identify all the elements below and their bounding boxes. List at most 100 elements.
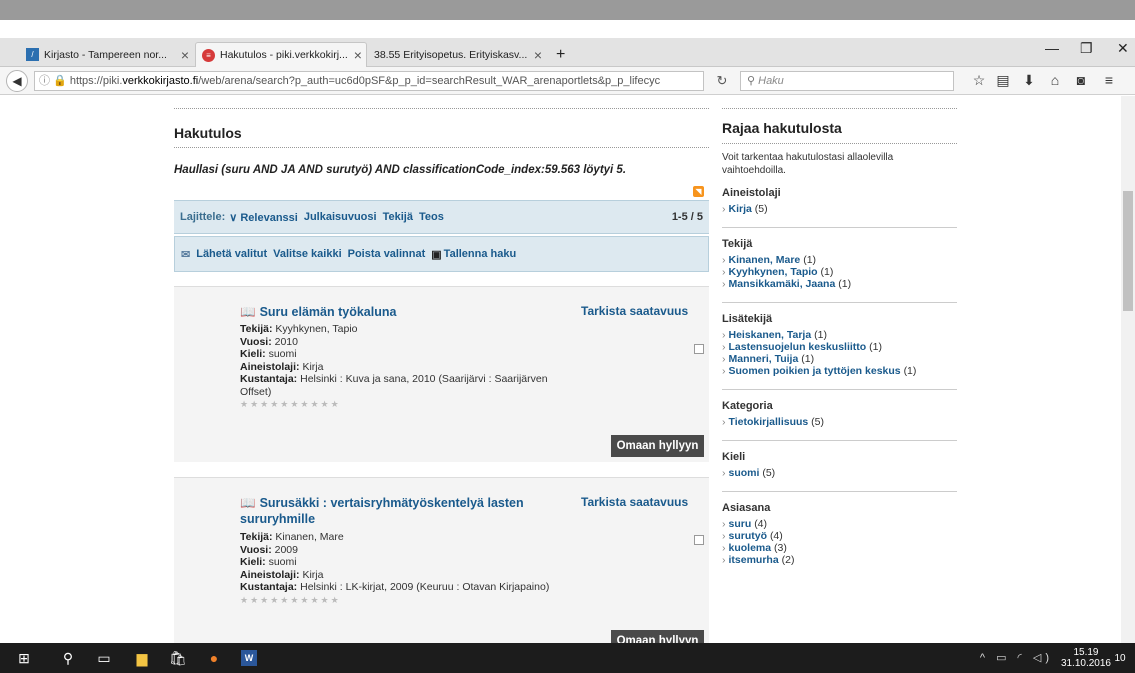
filter-item[interactable]: › suru (4) <box>722 518 957 530</box>
filter-count: (4) <box>769 530 783 542</box>
search-icon[interactable]: ⚲ <box>60 650 76 666</box>
menu-icon[interactable]: ≡ <box>1100 72 1118 88</box>
filter-item[interactable]: › Kirja (5) <box>722 203 957 215</box>
author-value: Kyyhkynen, Tapio <box>275 323 358 335</box>
pocket-icon[interactable]: ◙ <box>1072 72 1090 88</box>
filter-link[interactable]: suru <box>729 518 752 530</box>
filter-link[interactable]: Lastensuojelun keskusliitto <box>729 341 867 353</box>
url-bar[interactable]: ⓘ 🔒 https://piki.verkkokirjasto.fi/web/a… <box>34 71 704 91</box>
filter-link[interactable]: suomi <box>729 467 760 479</box>
filter-link[interactable]: surutyö <box>729 530 768 542</box>
add-to-shelf-button[interactable]: Omaan hyllyyn <box>611 630 704 643</box>
result-title[interactable]: 📖 Suru elämän työkaluna <box>240 304 550 320</box>
filter-link[interactable]: Suomen poikien ja tyttöjen keskus <box>729 365 901 377</box>
rating-stars[interactable]: ★★★★★★★★★★ <box>240 594 580 607</box>
select-checkbox[interactable] <box>694 344 704 354</box>
close-icon[interactable]: × <box>528 47 542 63</box>
select-all-link[interactable]: Valitse kaikki <box>273 248 342 260</box>
store-icon[interactable]: 🛍 <box>169 650 187 666</box>
clear-selection-link[interactable]: Poista valinnat <box>348 248 426 260</box>
author-value: Kinanen, Mare <box>275 531 344 543</box>
clock[interactable]: 15.19 31.10.2016 <box>1061 647 1111 669</box>
task-view-icon[interactable]: ▭ <box>96 650 112 666</box>
bookmark-star-icon[interactable]: ☆ <box>970 72 988 89</box>
check-availability-link[interactable]: Tarkista saatavuus <box>581 304 688 318</box>
filter-item[interactable]: › Heiskanen, Tarja (1) <box>722 329 957 341</box>
result-title[interactable]: 📖 Surusäkki : vertaisryhmätyöskentelyä la… <box>240 495 550 527</box>
filter-item[interactable]: › kuolema (3) <box>722 542 957 554</box>
year-label: Vuosi: <box>240 335 272 348</box>
reload-icon[interactable]: ↻ <box>710 71 734 91</box>
close-icon[interactable]: × <box>175 47 189 63</box>
lock-icon: 🔒 <box>53 75 67 87</box>
add-to-shelf-button[interactable]: Omaan hyllyyn <box>611 435 704 457</box>
select-checkbox[interactable] <box>694 535 704 545</box>
filter-link[interactable]: itsemurha <box>729 554 779 566</box>
back-button[interactable]: ◀ <box>6 70 28 92</box>
search-icon: ⚲ <box>747 75 756 87</box>
filter-item[interactable]: › Kinanen, Mare (1) <box>722 254 957 266</box>
check-availability-link[interactable]: Tarkista saatavuus <box>581 495 688 509</box>
file-explorer-icon[interactable]: ▆ <box>134 650 150 666</box>
send-selected-link[interactable]: Lähetä valitut <box>196 248 267 260</box>
chevron-right-icon: › <box>722 554 726 566</box>
new-tab-button[interactable]: + <box>550 42 574 67</box>
filter-group-title: Kieli <box>722 451 746 463</box>
search-input[interactable]: ⚲ Haku <box>740 71 954 91</box>
filter-link[interactable]: Kirja <box>729 203 752 215</box>
tab-erityisopetus[interactable]: 38.55 Erityisopetus. Erityiskasv... × <box>368 42 548 67</box>
sort-author[interactable]: Tekijä <box>383 211 413 223</box>
filter-item[interactable]: › Mansikkamäki, Jaana (1) <box>722 278 957 290</box>
filter-item[interactable]: › itsemurha (2) <box>722 554 957 566</box>
filter-item[interactable]: › Tietokirjallisuus (5) <box>722 416 957 428</box>
rating-stars[interactable]: ★★★★★★★★★★ <box>240 398 580 411</box>
sort-year[interactable]: Julkaisuvuosi <box>304 211 377 223</box>
filter-link[interactable]: Manneri, Tuija <box>729 353 799 365</box>
volume-icon[interactable]: ◁) <box>1033 652 1053 664</box>
filter-item[interactable]: › Kyyhkynen, Tapio (1) <box>722 266 957 278</box>
filter-link[interactable]: kuolema <box>729 542 772 554</box>
save-search-link[interactable]: Tallenna haku <box>444 248 517 260</box>
close-window-icon[interactable]: ✕ <box>1117 40 1129 57</box>
gap-band <box>0 20 1135 38</box>
filter-item[interactable]: › Manneri, Tuija (1) <box>722 353 957 365</box>
filter-item[interactable]: › suomi (5) <box>722 467 957 479</box>
filter-link[interactable]: Kyyhkynen, Tapio <box>729 266 818 278</box>
chevron-right-icon: › <box>722 341 726 353</box>
author-label: Tekijä: <box>240 323 273 335</box>
sort-relevance[interactable]: ∨ Relevanssi <box>229 211 298 224</box>
vertical-scrollbar[interactable] <box>1121 96 1135 643</box>
system-tray[interactable]: ^ ▭ ◜ ◁) <box>980 651 1053 664</box>
filter-link[interactable]: Tietokirjallisuus <box>729 416 809 428</box>
page-content: Hakutulos Haullasi (suru AND JA AND suru… <box>0 96 1135 643</box>
word-icon[interactable]: W <box>241 650 257 666</box>
download-icon[interactable]: ⬇ <box>1020 72 1038 89</box>
sort-title[interactable]: Teos <box>419 211 444 223</box>
chevron-right-icon: › <box>722 542 726 554</box>
notification-center-icon[interactable]: 10 <box>1112 650 1128 666</box>
result-title-text[interactable]: Surusäkki : vertaisryhmätyöskentelyä las… <box>240 496 524 526</box>
rss-icon[interactable]: ◥ <box>693 186 704 197</box>
scrollbar-thumb[interactable] <box>1123 191 1133 311</box>
filter-count: (4) <box>754 518 768 530</box>
result-title-text[interactable]: Suru elämän työkaluna <box>260 305 397 319</box>
close-icon[interactable]: × <box>348 47 362 63</box>
tab-kirjasto[interactable]: / Kirjasto - Tampereen nor... × <box>20 42 195 67</box>
filter-link[interactable]: Kinanen, Mare <box>729 254 801 266</box>
chevron-up-icon[interactable]: ^ <box>980 652 989 664</box>
info-icon: ⓘ <box>39 75 50 87</box>
filter-item[interactable]: › Suomen poikien ja tyttöjen keskus (1) <box>722 365 957 377</box>
tab-hakutulos[interactable]: ≡ Hakutulos - piki.verkkokirj... × <box>195 42 367 67</box>
material-type-value: Kirja <box>302 360 324 373</box>
firefox-icon[interactable]: ● <box>206 650 222 666</box>
filter-link[interactable]: Mansikkamäki, Jaana <box>729 278 836 290</box>
restore-icon[interactable]: ❐ <box>1080 40 1093 57</box>
home-icon[interactable]: ⌂ <box>1046 72 1064 88</box>
filter-item[interactable]: › Lastensuojelun keskusliitto (1) <box>722 341 957 353</box>
page-title: Hakutulos <box>174 108 709 148</box>
windows-start-icon[interactable]: ⊞ <box>16 650 32 666</box>
filter-item[interactable]: › surutyö (4) <box>722 530 957 542</box>
minimize-icon[interactable]: — <box>1045 40 1059 56</box>
reading-list-icon[interactable]: ▤ <box>994 72 1012 89</box>
filter-link[interactable]: Heiskanen, Tarja <box>729 329 812 341</box>
